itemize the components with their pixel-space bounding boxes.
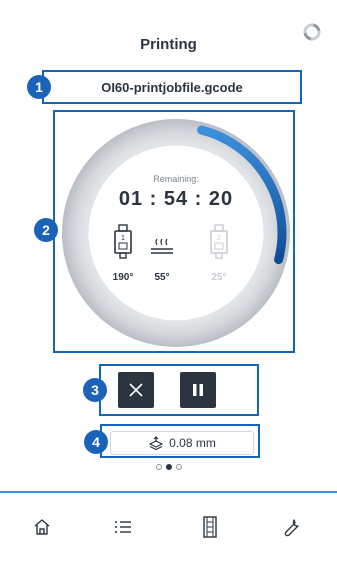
remaining-time: 01 : 54 : 20 [118, 188, 234, 210]
progress-dial: 1 2 [62, 119, 290, 347]
page-title: Printing [140, 36, 197, 53]
list-icon [115, 521, 131, 533]
callout-badge-2: 2 [34, 218, 58, 242]
nav-printer[interactable] [196, 513, 224, 541]
page-dot-3[interactable] [175, 464, 182, 470]
callout-badge-4: 4 [84, 430, 108, 454]
wrench-icon [284, 519, 299, 537]
callout-frame-2: 1 2 Remaining: 01 : 54 : 20 190° 55° 25° [53, 110, 295, 353]
callout-frame-4: 0.08 mm [100, 424, 260, 458]
home-icon [34, 519, 50, 535]
callout-badge-1: 1 [27, 75, 51, 99]
page-indicator [0, 464, 337, 470]
remaining-label: Remaining: [153, 174, 199, 184]
callout-frame-3 [99, 364, 259, 416]
stop-button[interactable] [118, 372, 154, 408]
page-dot-1[interactable] [155, 464, 162, 470]
layer-height-button[interactable]: 0.08 mm [110, 431, 254, 455]
pause-button[interactable] [180, 372, 216, 408]
layer-height-value: 0.08 mm [169, 436, 216, 450]
close-icon [129, 383, 143, 397]
extruder-2-temp: 25° [211, 272, 227, 283]
nav-settings[interactable] [278, 513, 306, 541]
svg-text:2: 2 [217, 235, 221, 242]
film-icon [203, 516, 217, 538]
page-dot-2[interactable] [165, 464, 172, 470]
printing-screen: Printing OI60-printjobfile.gcode 1 1 2 R… [0, 0, 337, 564]
layer-height-icon [148, 436, 164, 450]
callout-badge-3: 3 [83, 378, 107, 402]
svg-text:1: 1 [121, 235, 125, 242]
bed-temp: 55° [154, 272, 170, 283]
bottom-nav [0, 493, 337, 564]
nav-home[interactable] [28, 513, 56, 541]
nav-list[interactable] [109, 513, 137, 541]
job-filename: OI60-printjobfile.gcode [101, 79, 243, 95]
pause-icon [193, 384, 203, 396]
extruder-1-temp: 190° [112, 272, 134, 283]
